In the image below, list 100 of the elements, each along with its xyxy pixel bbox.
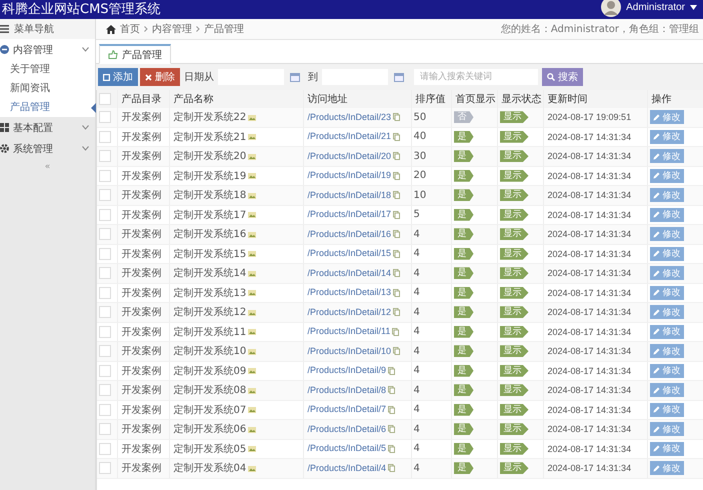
table-cell: 2024-08-17 14:31:34 bbox=[543, 224, 647, 244]
row-checkbox[interactable] bbox=[99, 326, 111, 338]
pencil-icon bbox=[652, 426, 660, 433]
copy-icon bbox=[388, 366, 396, 375]
row-checkbox[interactable] bbox=[99, 462, 111, 474]
search-button[interactable]: 搜索 bbox=[542, 68, 583, 86]
row-checkbox[interactable] bbox=[99, 345, 111, 358]
status-tag: 显示 bbox=[500, 345, 528, 358]
table-cell: 4 bbox=[411, 458, 451, 478]
table-cell: 开发案例 bbox=[117, 108, 169, 127]
table-cell: 开发案例 bbox=[117, 224, 169, 244]
row-checkbox[interactable] bbox=[99, 189, 111, 202]
row-checkbox[interactable] bbox=[99, 286, 111, 299]
status-tag: 显示 bbox=[500, 462, 528, 474]
app-title: 科腾企业网站CMS管理系统 bbox=[2, 0, 161, 18]
product-name: 定制开发系统09 bbox=[174, 366, 246, 377]
image-icon bbox=[248, 407, 256, 414]
search-field[interactable]: 请输入搜索关键词 bbox=[414, 69, 538, 85]
column-header: 排序值 bbox=[411, 90, 451, 108]
table-cell: 4 bbox=[411, 342, 451, 361]
product-name: 定制开发系统04 bbox=[174, 463, 246, 474]
url-link[interactable]: /Products/InDetail/17 bbox=[308, 209, 392, 220]
product-name: 定制开发系统10 bbox=[174, 346, 246, 358]
tab[interactable]: 产品管理 bbox=[99, 44, 171, 64]
table-cell: 开发案例 bbox=[117, 264, 169, 283]
pencil-icon bbox=[652, 172, 660, 180]
url-link[interactable]: /Products/InDetail/19 bbox=[308, 170, 392, 180]
menu-group[interactable]: 系统管理 bbox=[0, 138, 95, 159]
image-icon bbox=[248, 388, 256, 394]
url-link[interactable]: /Products/InDetail/13 bbox=[308, 287, 392, 298]
copy-icon bbox=[388, 444, 396, 453]
row-checkbox[interactable] bbox=[99, 248, 111, 260]
sidebar-title: 菜单导航 bbox=[14, 22, 54, 36]
add-button[interactable]: 添加 bbox=[98, 68, 138, 86]
column-header: 更新时间 bbox=[543, 90, 647, 108]
pencil-icon bbox=[652, 308, 660, 316]
url-link[interactable]: /Products/InDetail/9 bbox=[308, 365, 386, 376]
row-checkbox[interactable] bbox=[99, 384, 111, 396]
product-name: 定制开发系统06 bbox=[174, 424, 246, 436]
home-display-tag: 是 bbox=[454, 345, 474, 358]
row-checkbox[interactable] bbox=[99, 267, 111, 280]
table-cell: 2024-08-17 14:31:34 bbox=[543, 302, 647, 322]
status-tag: 显示 bbox=[500, 189, 528, 202]
row-checkbox[interactable] bbox=[99, 306, 111, 318]
row-checkbox[interactable] bbox=[99, 442, 111, 455]
copy-icon bbox=[393, 113, 400, 122]
status-tag: 显示 bbox=[500, 364, 528, 377]
row-checkbox[interactable] bbox=[99, 404, 111, 416]
menu-item[interactable]: 产品管理 bbox=[0, 98, 95, 117]
image-icon bbox=[248, 368, 256, 374]
copy-icon bbox=[393, 308, 400, 316]
row-checkbox[interactable] bbox=[99, 130, 111, 143]
row-checkbox[interactable] bbox=[99, 111, 111, 124]
url-link[interactable]: /Products/InDetail/5 bbox=[308, 443, 386, 454]
table-cell: 开发案例 bbox=[117, 146, 169, 166]
menu-group[interactable]: 内容管理 bbox=[0, 39, 95, 60]
status-tag: 显示 bbox=[500, 267, 528, 280]
row-checkbox[interactable] bbox=[99, 150, 111, 162]
row-checkbox[interactable] bbox=[99, 170, 111, 182]
home-display-tag: 是 bbox=[454, 267, 474, 280]
chevron-down-icon bbox=[82, 146, 89, 151]
row-checkbox[interactable] bbox=[99, 423, 111, 436]
product-name: 定制开发系统17 bbox=[174, 210, 246, 221]
url-link[interactable]: /Products/InDetail/11 bbox=[308, 326, 390, 336]
delete-button[interactable]: 删除 bbox=[140, 68, 180, 86]
status-tag: 显示 bbox=[500, 170, 528, 182]
breadcrumb-link[interactable]: 首页 bbox=[120, 22, 140, 36]
copy-icon bbox=[392, 328, 400, 336]
home-display-tag: 是 bbox=[454, 150, 474, 162]
url-link[interactable]: /Products/InDetail/15 bbox=[308, 248, 392, 258]
status-tag: 显示 bbox=[500, 384, 528, 396]
pencil-icon bbox=[652, 270, 660, 277]
pencil-icon bbox=[652, 445, 660, 452]
menu-item[interactable]: 关于管理 bbox=[0, 60, 95, 79]
table-cell: 开发案例 bbox=[117, 380, 169, 400]
grid-icon bbox=[0, 123, 9, 132]
status-tag: 显示 bbox=[500, 248, 528, 260]
product-name: 定制开发系统07 bbox=[174, 404, 246, 416]
row-checkbox[interactable] bbox=[99, 364, 111, 377]
select-all-checkbox[interactable] bbox=[99, 93, 111, 105]
breadcrumb-link[interactable]: 内容管理 bbox=[152, 22, 192, 36]
status-tag: 显示 bbox=[500, 150, 528, 162]
home-display-tag: 是 bbox=[454, 326, 474, 338]
table-cell: 4 bbox=[411, 380, 451, 400]
image-icon bbox=[248, 310, 256, 316]
chevron-right-icon bbox=[196, 26, 200, 32]
product-name: 定制开发系统05 bbox=[174, 444, 246, 455]
pencil-icon bbox=[652, 348, 660, 355]
row-checkbox[interactable] bbox=[99, 228, 111, 240]
image-icon bbox=[248, 290, 256, 296]
product-name: 定制开发系统21 bbox=[174, 132, 246, 143]
image-icon bbox=[248, 154, 256, 160]
copy-icon bbox=[393, 172, 400, 180]
row-checkbox[interactable] bbox=[99, 208, 111, 221]
menu-group[interactable]: 基本配置 bbox=[0, 117, 95, 138]
url-link[interactable]: /Products/InDetail/7 bbox=[308, 404, 386, 414]
breadcrumb-link[interactable]: 产品管理 bbox=[204, 22, 244, 36]
url-link[interactable]: /Products/InDetail/21 bbox=[308, 131, 392, 142]
menu-item[interactable]: 新闻资讯 bbox=[0, 79, 95, 98]
image-icon bbox=[248, 134, 256, 140]
